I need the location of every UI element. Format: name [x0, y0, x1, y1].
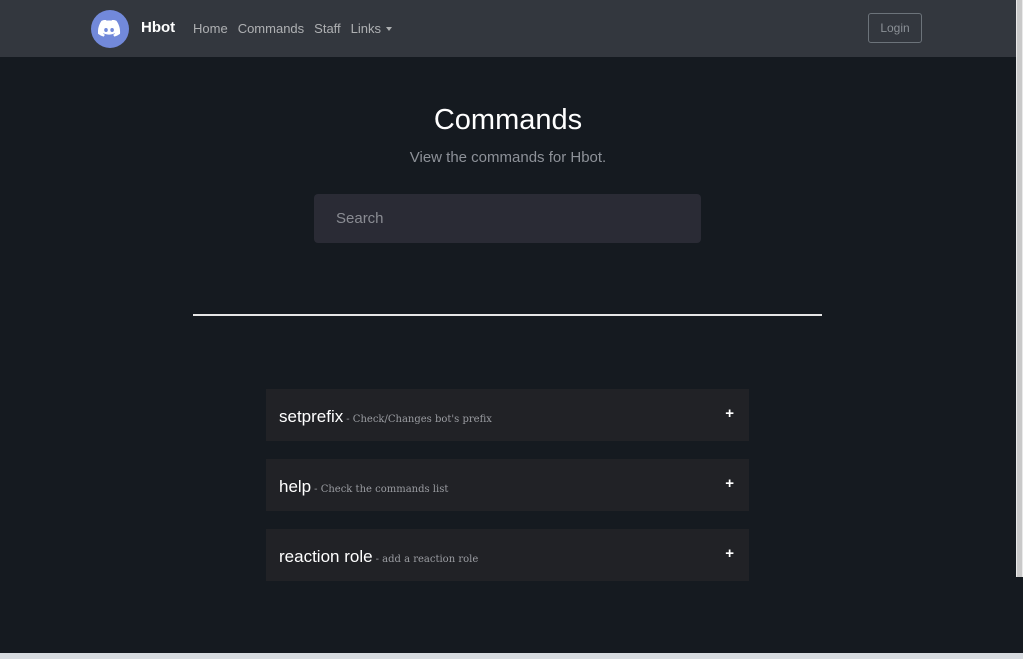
page-title: Commands — [433, 104, 583, 136]
nav-link-staff[interactable]: Staff — [314, 21, 341, 36]
command-row-reaction-role[interactable]: reaction role - add a reaction role + — [266, 529, 749, 581]
plus-icon[interactable]: + — [725, 545, 734, 562]
command-title: setprefix - Check/Changes bot's prefix — [279, 407, 492, 427]
bottom-strip — [0, 653, 1023, 659]
nav-dropdown-label: Links — [350, 21, 382, 36]
command-description: - add a reaction role — [375, 554, 479, 565]
nav-link-home[interactable]: Home — [193, 21, 228, 36]
command-row-setprefix[interactable]: setprefix - Check/Changes bot's prefix + — [266, 389, 749, 441]
discord-logo-icon[interactable] — [91, 10, 129, 48]
page-subtitle: View the commands for Hbot. — [409, 149, 607, 166]
page: Hbot Home Commands Staff Links Login Com… — [0, 0, 1023, 659]
scrollbar-thumb[interactable] — [1017, 0, 1022, 577]
nav-link-commands[interactable]: Commands — [238, 21, 304, 36]
divider — [193, 314, 822, 316]
plus-icon[interactable]: + — [725, 405, 734, 422]
caret-down-icon — [386, 27, 393, 31]
command-row-help[interactable]: help - Check the commands list + — [266, 459, 749, 511]
nav-links: Home Commands Staff Links — [193, 21, 402, 36]
command-name: setprefix — [279, 407, 344, 426]
command-description: - Check/Changes bot's prefix — [346, 414, 492, 425]
command-title: help - Check the commands list — [279, 477, 448, 497]
command-title: reaction role - add a reaction role — [279, 547, 478, 567]
command-name: help — [279, 477, 312, 496]
navbar: Hbot Home Commands Staff Links Login — [0, 0, 1016, 57]
command-description: - Check the commands list — [314, 484, 449, 495]
plus-icon[interactable]: + — [725, 475, 734, 492]
brand-name[interactable]: Hbot — [141, 19, 175, 36]
command-name: reaction role — [279, 547, 373, 566]
login-button[interactable]: Login — [868, 13, 922, 43]
nav-dropdown-links[interactable]: Links — [350, 21, 393, 36]
search-input[interactable] — [314, 194, 701, 243]
